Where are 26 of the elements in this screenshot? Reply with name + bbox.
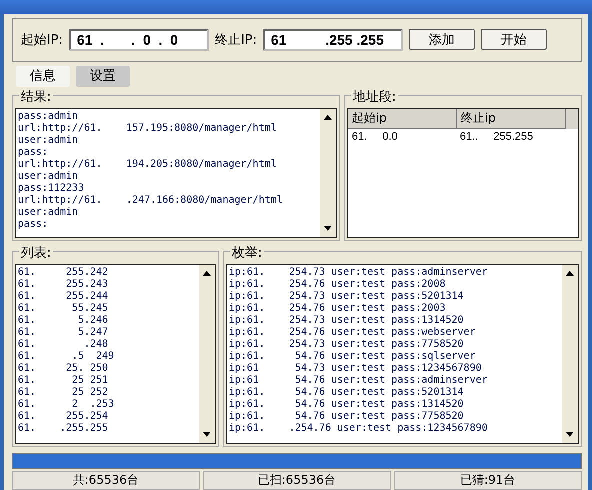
column-header[interactable]: 起始ip bbox=[348, 108, 457, 129]
column-header[interactable]: 终止ip bbox=[457, 108, 566, 129]
up-arrow-icon[interactable] bbox=[323, 112, 333, 121]
add-button[interactable]: 添加 bbox=[409, 29, 476, 50]
ip-address-field[interactable]: 61 . . 0 . 0 bbox=[69, 28, 210, 51]
status-text: 共:65536台 bbox=[12, 471, 200, 490]
down-arrow-icon[interactable] bbox=[565, 431, 575, 440]
scrollbar[interactable] bbox=[320, 108, 336, 238]
start-button[interactable]: 开始 bbox=[481, 29, 548, 50]
tab[interactable]: 信息 bbox=[16, 66, 70, 87]
table-cell-text: 61.. 255.255 bbox=[459, 130, 534, 145]
group-title: 地址段: bbox=[351, 88, 398, 106]
start-ip-label: 起始IP: bbox=[21, 32, 64, 49]
scrollbar[interactable] bbox=[199, 265, 215, 444]
tab[interactable]: 设置 bbox=[76, 66, 130, 87]
status-text: 已扫:65536台 bbox=[203, 471, 391, 490]
scrollbar[interactable] bbox=[562, 265, 578, 444]
down-arrow-icon[interactable] bbox=[323, 225, 333, 234]
up-arrow-icon[interactable] bbox=[202, 269, 212, 278]
group-title: 结果: bbox=[19, 88, 54, 106]
end-ip-label: 终止IP: bbox=[215, 32, 258, 49]
down-arrow-icon[interactable] bbox=[202, 431, 212, 440]
table-cell-text: 61. 0.0 bbox=[351, 130, 399, 145]
up-arrow-icon[interactable] bbox=[565, 269, 575, 278]
status-text: 已猜:91台 bbox=[394, 471, 582, 490]
ip-address-field[interactable]: 61 .255 .255 bbox=[263, 28, 404, 51]
